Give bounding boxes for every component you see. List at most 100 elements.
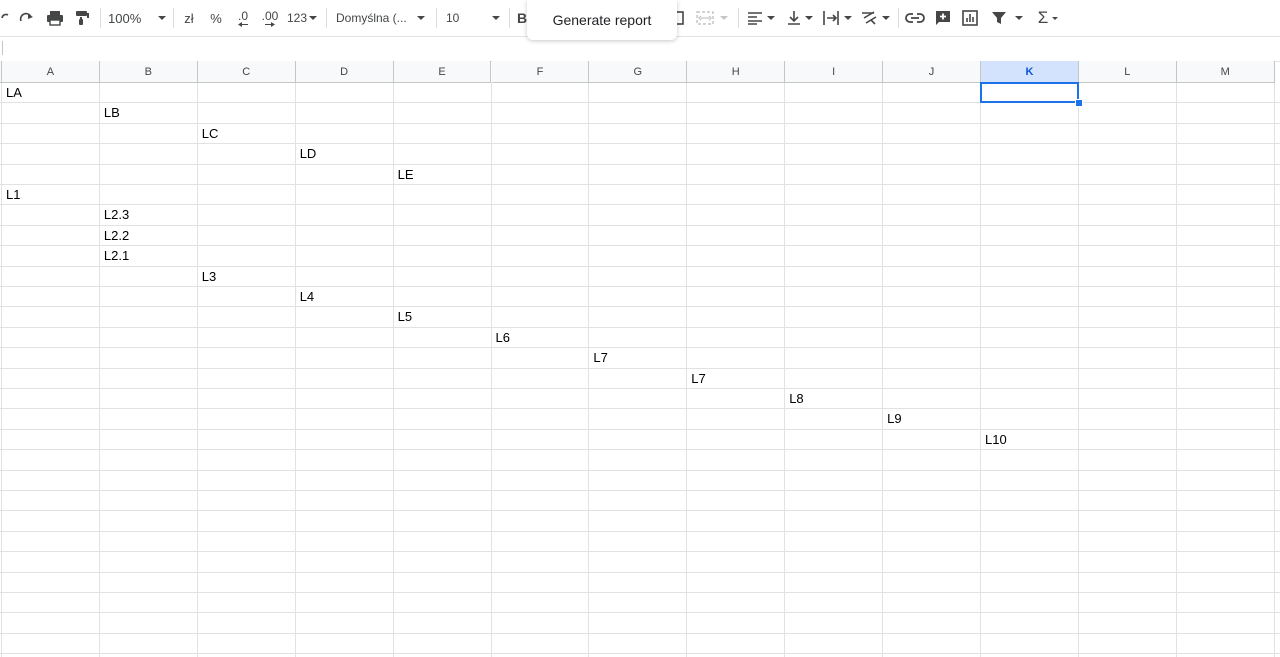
table-row (0, 369, 1280, 389)
add-comment-icon (936, 11, 950, 25)
table-row (0, 552, 1280, 573)
functions-button[interactable]: Σ (1031, 0, 1065, 36)
cell-d4[interactable]: LD (296, 144, 394, 164)
cell-h15[interactable]: L7 (687, 369, 785, 389)
table-row (0, 328, 1280, 349)
cell-d11[interactable]: L4 (296, 287, 394, 307)
borders-icon[interactable] (677, 0, 685, 36)
cell-c3[interactable]: LC (198, 124, 296, 144)
insert-comment-button[interactable] (932, 0, 954, 36)
chevron-down-icon (805, 16, 813, 20)
column-header-j[interactable]: J (883, 61, 981, 83)
horizontal-align-button[interactable] (745, 0, 777, 36)
merge-icon (696, 11, 714, 25)
print-icon[interactable] (44, 0, 66, 36)
column-header-m[interactable]: M (1176, 61, 1275, 83)
table-row (0, 573, 1280, 593)
fill-handle[interactable] (1074, 99, 1083, 108)
toolbar-divider (326, 8, 327, 28)
cell-g14[interactable]: L7 (589, 348, 687, 368)
cell-b2[interactable]: LB (100, 103, 198, 123)
toolbar-divider (173, 8, 174, 28)
zoom-select[interactable]: 100% (108, 0, 166, 36)
table-row (0, 307, 1280, 328)
column-header-e[interactable]: E (393, 61, 492, 83)
font-select[interactable]: Domyślna (... (336, 0, 430, 36)
cell-b9[interactable]: L2.1 (100, 246, 198, 266)
redo-icon[interactable] (16, 0, 38, 36)
table-row (0, 83, 1280, 104)
table-row (0, 450, 1280, 471)
insert-link-button[interactable] (904, 0, 926, 36)
cell-e12[interactable]: L5 (394, 307, 492, 327)
table-row (0, 185, 1280, 206)
cell-f13[interactable]: L6 (492, 328, 590, 348)
select-all-corner[interactable] (0, 61, 2, 83)
column-header-a[interactable]: A (2, 61, 100, 83)
increase-decimals-button[interactable]: .00 (259, 0, 281, 36)
toolbar-divider (898, 8, 899, 28)
table-row (0, 165, 1280, 185)
column-header-f[interactable]: F (491, 61, 590, 83)
chart-icon (962, 10, 978, 26)
align-left-icon (748, 12, 762, 25)
column-divider (1, 83, 2, 657)
chevron-down-icon (1015, 16, 1023, 20)
more-formats-button[interactable]: 123 (286, 0, 318, 36)
generate-report-button[interactable]: Generate report (527, 0, 677, 40)
text-rotation-icon (862, 11, 877, 25)
increase-decimals-label: .00 (261, 8, 279, 23)
decrease-decimals-button[interactable]: .0 (232, 0, 254, 36)
table-row (0, 430, 1280, 451)
column-divider (98, 83, 100, 657)
cell-j17[interactable]: L9 (883, 409, 981, 429)
column-header-l[interactable]: L (1078, 61, 1177, 83)
cell-a6[interactable]: L1 (2, 185, 100, 205)
text-wrapping-button[interactable] (820, 0, 854, 36)
percent-format-button[interactable]: % (207, 0, 225, 36)
sigma-icon: Σ (1037, 8, 1049, 27)
column-divider (588, 83, 590, 657)
filter-button[interactable] (987, 0, 1027, 36)
column-header-i[interactable]: I (785, 61, 884, 83)
table-row (0, 389, 1280, 410)
active-cell-selection[interactable] (980, 82, 1079, 104)
chevron-down-icon (309, 16, 318, 20)
table-row (0, 613, 1280, 634)
chevron-down-icon (844, 16, 852, 20)
spreadsheet-grid[interactable]: A B C D E F G H I J K L M LA LB LC LD LE L1 L2.3 L2.2 L2.1 L3 L… (0, 61, 1280, 657)
table-row (0, 124, 1280, 145)
currency-label: zł (184, 10, 194, 26)
bold-button[interactable]: B (517, 0, 527, 36)
column-divider (882, 83, 884, 657)
generate-report-label: Generate report (552, 12, 652, 28)
text-rotation-button[interactable] (858, 0, 892, 36)
currency-format-button[interactable]: zł (180, 0, 198, 36)
insert-chart-button[interactable] (959, 0, 981, 36)
cell-k18[interactable]: L10 (981, 430, 1079, 450)
table-row (0, 593, 1280, 614)
column-header-c[interactable]: C (197, 61, 296, 83)
cell-b8[interactable]: L2.2 (100, 226, 198, 246)
column-header-g[interactable]: G (589, 61, 688, 83)
chevron-down-icon (1052, 16, 1059, 20)
font-size-select[interactable]: 10 (446, 0, 502, 36)
chevron-down-icon (882, 16, 890, 20)
vertical-align-button[interactable] (784, 0, 816, 36)
cell-i16[interactable]: L8 (785, 389, 883, 409)
paint-format-icon[interactable] (72, 0, 92, 36)
cell-b7[interactable]: L2.3 (100, 205, 198, 225)
cell-a1[interactable]: LA (2, 83, 100, 103)
cell-c10[interactable]: L3 (198, 267, 296, 287)
column-header-d[interactable]: D (295, 61, 394, 83)
column-header-h[interactable]: H (687, 61, 786, 83)
toolbar-divider (509, 8, 510, 28)
column-header-k[interactable]: K (981, 61, 1079, 83)
merge-cells-button[interactable] (692, 0, 732, 36)
column-divider (1273, 83, 1275, 657)
column-divider (980, 83, 981, 657)
cell-e5[interactable]: LE (394, 165, 492, 185)
table-row (0, 471, 1280, 491)
undo-icon[interactable] (0, 0, 12, 36)
column-header-b[interactable]: B (99, 61, 198, 83)
